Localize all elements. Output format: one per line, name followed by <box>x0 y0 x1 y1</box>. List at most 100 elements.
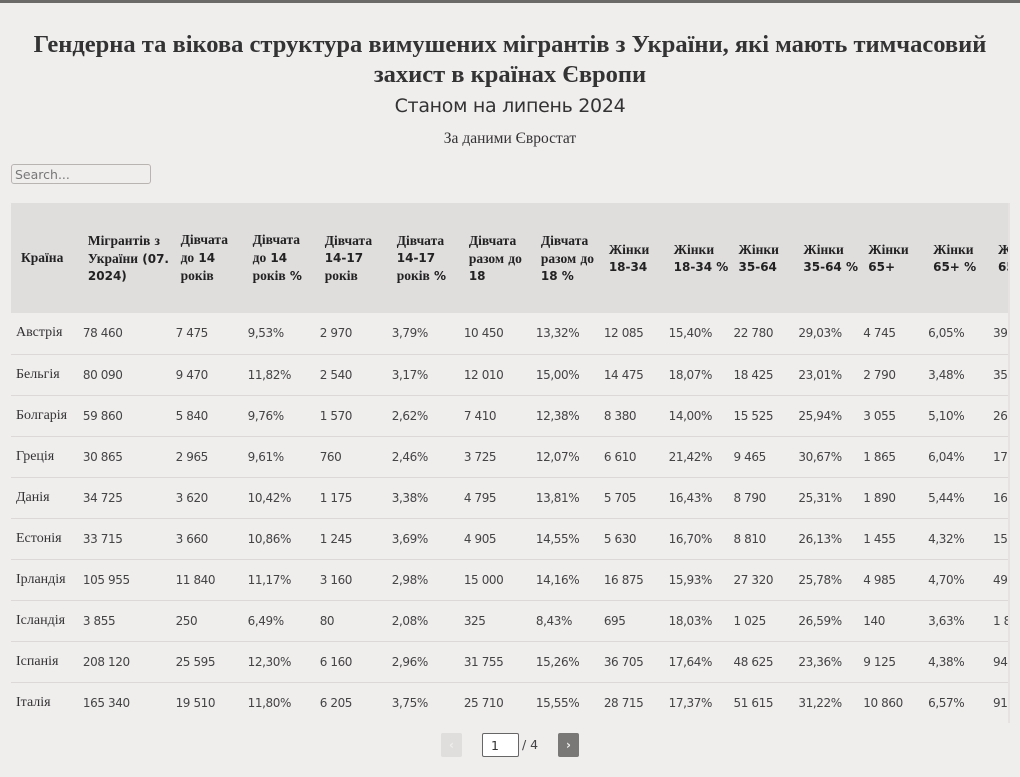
table-cell: 695 <box>598 600 664 642</box>
country-cell: Греція <box>11 436 78 478</box>
top-bar <box>0 0 1020 3</box>
prev-page-button[interactable]: ‹ <box>441 733 462 757</box>
country-cell: Іспанія <box>11 641 78 683</box>
table-cell: 80 <box>314 600 387 642</box>
column-header[interactable]: Дівчата 14-17 років <box>314 203 387 313</box>
page-total: / 4 <box>522 737 539 752</box>
table-cell: 3 620 <box>170 477 243 519</box>
table-cell: 1 175 <box>314 477 387 519</box>
table-cell: 12 085 <box>598 313 664 355</box>
table-cell: 2,08% <box>386 600 459 642</box>
table-cell: 250 <box>170 600 243 642</box>
country-cell: Ісландія <box>11 600 78 642</box>
table-row: Ірландія 105 955 11 840 11,17% 3 160 2,98% 15 … <box>11 559 1010 601</box>
table-cell: 10 450 <box>458 313 531 355</box>
column-header[interactable]: Жінки 65+ % <box>923 203 988 313</box>
table-cell: 16,70% <box>663 518 729 560</box>
column-header[interactable]: Дівчата 14-17 років % <box>386 203 459 313</box>
table-cell: 17,37% <box>663 682 729 723</box>
column-header-label: Дівчата до 14 років <box>180 232 228 283</box>
table-cell: 14,00% <box>663 395 729 437</box>
table-cell: 1 860 <box>987 600 1010 642</box>
table-cell: 15,55% <box>530 682 599 723</box>
table-cell: 4 985 <box>858 559 924 601</box>
table-cell: 9 465 <box>728 436 794 478</box>
table-cell: 12 010 <box>458 354 531 396</box>
column-header[interactable]: Дівчата разом до 18 <box>458 203 531 313</box>
table-row: Італія 165 340 19 510 11,80% 6 205 3,75% 25 71… <box>11 682 1010 723</box>
data-table-container[interactable]: Країна Мігрантів з України (07. 2024) Дівч… <box>11 203 1010 723</box>
table-cell: 27 320 <box>728 559 794 601</box>
table-cell: 5 630 <box>598 518 664 560</box>
column-header[interactable]: Жінки 35-64 <box>728 203 794 313</box>
chevron-left-icon: ‹ <box>449 738 454 752</box>
table-cell: 12,07% <box>530 436 599 478</box>
table-cell: 11 840 <box>170 559 243 601</box>
table-header: Країна Мігрантів з України (07. 2024) Дівч… <box>11 203 1010 313</box>
column-header[interactable]: Жінки 18-34 % <box>663 203 729 313</box>
column-header[interactable]: Жінки 65+ <box>858 203 924 313</box>
table-cell: 30 865 <box>77 436 171 478</box>
column-header[interactable]: Жінки 18-65+ <box>987 203 1010 313</box>
table-cell: 51 615 <box>728 682 794 723</box>
table-cell: 78 460 <box>77 313 171 355</box>
column-header-label: Дівчата до 14 років % <box>252 232 302 283</box>
table-body: Австрія 78 460 7 475 9,53% 2 970 3,79% 10 450 1… <box>11 313 1010 723</box>
table-cell: 1 245 <box>314 518 387 560</box>
table-row: Іспанія 208 120 25 595 12,30% 6 160 2,96% 31 7… <box>11 641 1010 683</box>
table-cell: 59 860 <box>77 395 171 437</box>
country-cell: Ірландія <box>11 559 78 601</box>
table-cell: 17,64% <box>663 641 729 683</box>
page-number-input[interactable] <box>482 733 519 757</box>
table-cell: 3,38% <box>386 477 459 519</box>
table-row: Данія 34 725 3 620 10,42% 1 175 3,38% 4 795 13,… <box>11 477 1010 519</box>
country-cell: Бельгія <box>11 354 78 396</box>
table-cell: 25,94% <box>793 395 859 437</box>
table-cell: 2,46% <box>386 436 459 478</box>
table-cell: 19 510 <box>170 682 243 723</box>
column-header[interactable]: Жінки 35-64 % <box>793 203 859 313</box>
table-cell: 15,00% <box>530 354 599 396</box>
table-cell: 1 570 <box>314 395 387 437</box>
table-cell: 6,04% <box>923 436 988 478</box>
table-cell: 3 055 <box>858 395 924 437</box>
table-cell: 49 180 <box>987 559 1010 601</box>
table-cell: 15,93% <box>663 559 729 601</box>
column-header-label: Дівчата 14-17 років % <box>396 232 447 283</box>
table-cell: 94 455 <box>987 641 1010 683</box>
table-cell: 25 595 <box>170 641 243 683</box>
table-cell: 5,44% <box>923 477 988 519</box>
table-cell: 3 855 <box>77 600 171 642</box>
table-cell: 33 715 <box>77 518 171 560</box>
column-header[interactable]: Дівчата до 14 років <box>170 203 243 313</box>
table-cell: 165 340 <box>77 682 171 723</box>
table-cell: 208 120 <box>77 641 171 683</box>
column-header[interactable]: Країна <box>11 203 78 313</box>
table-cell: 14,16% <box>530 559 599 601</box>
table-cell: 6,57% <box>923 682 988 723</box>
table-cell: 760 <box>314 436 387 478</box>
column-header[interactable]: Дівчата разом до 18 % <box>530 203 599 313</box>
table-row: Ісландія 3 855 250 6,49% 80 2,08% 325 8,43% 695 1… <box>11 600 1010 642</box>
column-header[interactable]: Мігрантів з України (07. 2024) <box>77 203 171 313</box>
table-cell: 28 715 <box>598 682 664 723</box>
page-subtitle: Станом на липень 2024 <box>394 95 626 117</box>
column-header[interactable]: Жінки 18-34 <box>598 203 664 313</box>
table-cell: 6 610 <box>598 436 664 478</box>
table-cell: 34 725 <box>77 477 171 519</box>
table-cell: 8 810 <box>728 518 794 560</box>
table-cell: 26 960 <box>987 395 1010 437</box>
country-cell: Болгарія <box>11 395 78 437</box>
table-cell: 18,07% <box>663 354 729 396</box>
column-header-label: Дівчата 14-17 років <box>324 232 373 283</box>
table-cell: 21,42% <box>663 436 729 478</box>
search-input[interactable] <box>11 164 151 184</box>
next-page-button[interactable]: › <box>558 733 579 757</box>
table-cell: 1 865 <box>858 436 924 478</box>
column-header-label: Жінки 18-34 % <box>673 241 729 274</box>
column-header[interactable]: Дівчата до 14 років % <box>242 203 315 313</box>
column-header-label: Жінки 18-65+ <box>997 241 1010 274</box>
table-row: Австрія 78 460 7 475 9,53% 2 970 3,79% 10 450 1… <box>11 313 1010 355</box>
table-cell: 15 895 <box>987 518 1010 560</box>
table-cell: 25 710 <box>458 682 531 723</box>
